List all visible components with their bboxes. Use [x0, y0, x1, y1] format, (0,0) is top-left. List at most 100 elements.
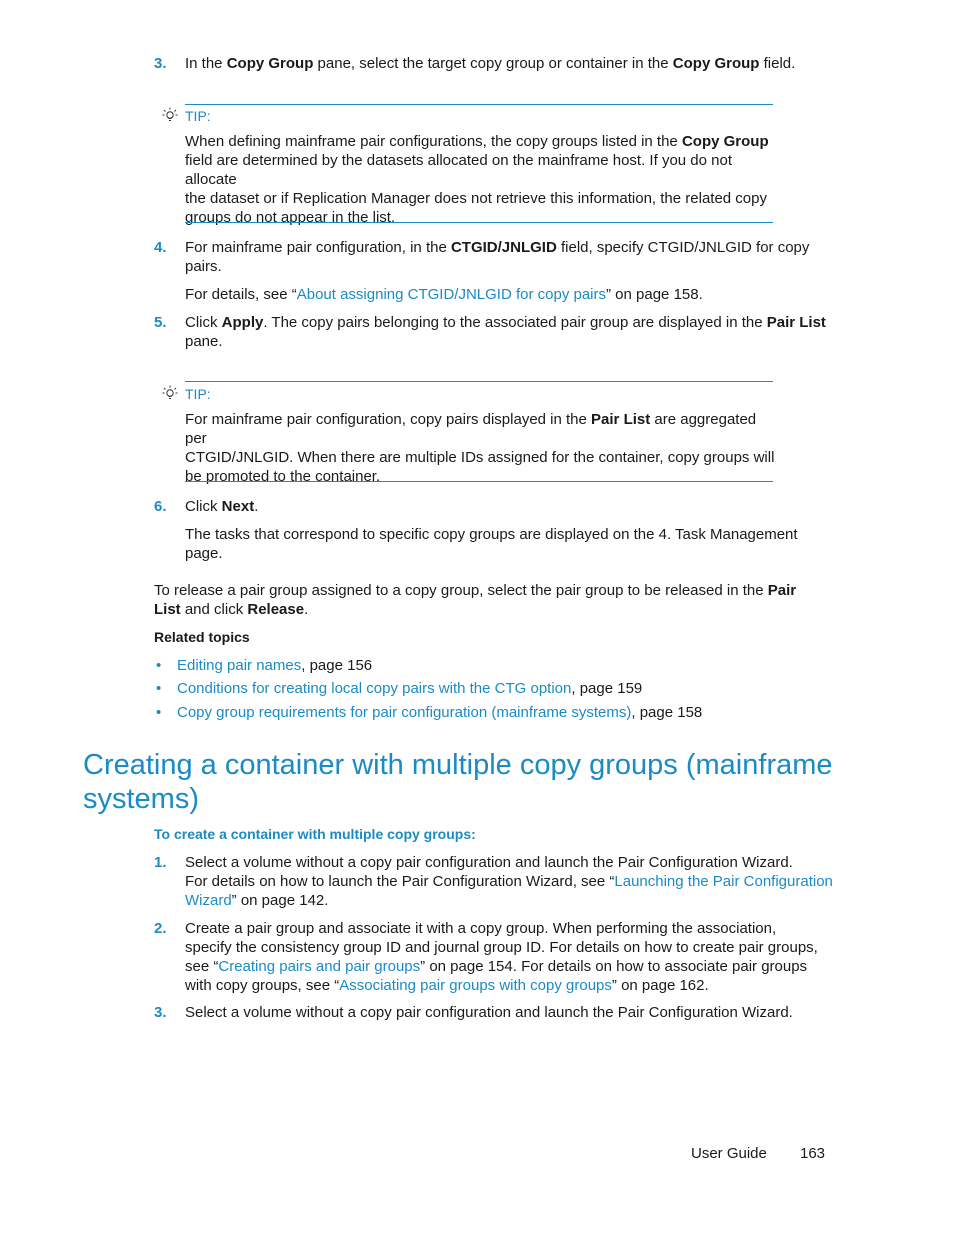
xref-link[interactable]: Launching the Pair Configuration — [614, 873, 832, 890]
tip-rule-top — [185, 381, 773, 382]
step-3-text: In the Copy Group pane, select the targe… — [185, 54, 835, 73]
text: field. — [759, 55, 796, 72]
text: . — [304, 601, 309, 618]
step-4-text: For mainframe pair configuration, in the… — [185, 238, 835, 276]
ui-term: Next — [221, 498, 255, 515]
page-ref: , page 156 — [301, 657, 373, 674]
tip-line: When defining mainframe pair configurati… — [185, 132, 780, 151]
step-line: Wizard” on page 142. — [185, 891, 835, 910]
section-step-1: Select a volume without a copy pair conf… — [185, 853, 835, 910]
related-topics-heading: Related topics — [154, 629, 250, 645]
ui-term: Pair — [767, 582, 797, 599]
step-line: pairs. — [185, 258, 222, 275]
related-item: Editing pair names, page 156 — [177, 656, 372, 675]
step-number: 3. — [154, 1004, 167, 1021]
ui-term: CTGID/JNLGID — [450, 239, 557, 256]
step-line: For details on how to launch the Pair Co… — [185, 872, 835, 891]
step-6-detail: The tasks that correspond to specific co… — [185, 525, 835, 563]
page-ref: , page 158 — [631, 704, 703, 721]
lightbulb-icon — [162, 385, 178, 399]
xref-link[interactable]: About assigning CTGID/JNLGID for copy pa… — [297, 286, 606, 303]
step-line: page. — [185, 545, 223, 562]
xref-link[interactable]: Creating pairs and pair groups — [218, 958, 420, 975]
step-number: 6. — [154, 498, 167, 515]
text: In the — [185, 55, 227, 72]
procedure-heading: To create a container with multiple copy… — [154, 826, 476, 842]
step-number: 5. — [154, 314, 167, 331]
tip-1-text: When defining mainframe pair configurati… — [185, 132, 780, 227]
lightbulb-icon — [162, 107, 178, 121]
text: and click — [180, 601, 248, 618]
bullet: • — [156, 680, 162, 697]
tip-label: TIP: — [185, 108, 211, 124]
footer-guide-name: User Guide — [691, 1145, 767, 1162]
text: field, specify CTGID/JNLGID for copy — [556, 239, 810, 256]
step-line: see “Creating pairs and pair groups” on … — [185, 957, 845, 976]
bullet: • — [156, 704, 162, 721]
text: . The copy pairs belonging to the associ… — [263, 314, 767, 331]
title-line: systems) — [83, 783, 199, 815]
text: For mainframe pair configuration, in the — [185, 239, 451, 256]
tip-line: the dataset or if Replication Manager do… — [185, 190, 767, 207]
xref-link[interactable]: Associating pair groups with copy groups — [339, 977, 612, 994]
step-number: 3. — [154, 55, 167, 72]
release-paragraph: To release a pair group assigned to a co… — [154, 581, 824, 619]
section-step-3: Select a volume without a copy pair conf… — [185, 1004, 793, 1021]
text: ” on page 162. — [611, 977, 709, 994]
related-link[interactable]: Conditions for creating local copy pairs… — [177, 680, 571, 697]
text: Click — [185, 498, 222, 515]
xref-link[interactable]: Wizard — [185, 892, 232, 909]
ui-term: Release — [247, 601, 305, 618]
related-link[interactable]: Editing pair names — [177, 657, 301, 674]
related-item: Copy group requirements for pair configu… — [177, 703, 702, 722]
text: For mainframe pair configuration, copy p… — [185, 411, 592, 428]
tip-line: be promoted to the container. — [185, 468, 381, 485]
para-line: To release a pair group assigned to a co… — [154, 581, 824, 600]
page-number: 163 — [800, 1145, 826, 1162]
step-line: with copy groups, see “Associating pair … — [185, 976, 845, 995]
related-item: Conditions for creating local copy pairs… — [177, 679, 642, 698]
step-line: pane. — [185, 333, 223, 350]
step-number: 4. — [154, 239, 167, 256]
title-line: Creating a container with multiple copy … — [83, 749, 833, 781]
section-title: Creating a container with multiple copy … — [83, 748, 843, 816]
step-line: Select a volume without a copy pair conf… — [185, 854, 793, 871]
step-4-detail: For details, see “About assigning CTGID/… — [185, 285, 835, 304]
step-number: 2. — [154, 920, 167, 937]
text: To release a pair group assigned to a co… — [154, 582, 768, 599]
text: pane, select the target copy group or co… — [313, 55, 673, 72]
text: ” on page 142. — [231, 892, 329, 909]
tip-line: groups do not appear in the list. — [185, 209, 396, 226]
section-step-2: Create a pair group and associate it wit… — [185, 919, 845, 995]
step-line: Click Apply. The copy pairs belonging to… — [185, 313, 835, 332]
text: . — [254, 498, 259, 515]
tip-rule-bottom — [185, 222, 773, 223]
step-line: The tasks that correspond to specific co… — [185, 526, 798, 543]
page-ref: , page 159 — [571, 680, 643, 697]
ui-term: Copy Group — [226, 55, 314, 72]
step-5-text: Click Apply. The copy pairs belonging to… — [185, 313, 835, 351]
tip-line: CTGID/JNLGID. When there are multiple ID… — [185, 449, 775, 466]
text: Click — [185, 314, 222, 331]
para-line: List and click Release. — [154, 600, 824, 619]
step-line: specify the consistency group ID and jou… — [185, 939, 818, 956]
bullet: • — [156, 657, 162, 674]
tip-line: field are determined by the datasets all… — [185, 152, 732, 188]
text: with copy groups, see “ — [185, 977, 340, 994]
tip-line: For mainframe pair configuration, copy p… — [185, 410, 780, 448]
text: For details, see “ — [185, 286, 297, 303]
ui-term: Apply — [221, 314, 264, 331]
ui-term: Copy Group — [681, 133, 769, 150]
ui-term: Pair List — [591, 411, 651, 428]
step-line: Create a pair group and associate it wit… — [185, 920, 777, 937]
text: For details on how to launch the Pair Co… — [185, 873, 615, 890]
tip-rule-top — [185, 104, 773, 105]
step-number: 1. — [154, 854, 167, 871]
ui-term: List — [154, 601, 181, 618]
related-link[interactable]: Copy group requirements for pair configu… — [177, 704, 631, 721]
text: ” on page 158. — [606, 286, 703, 303]
step-6-text: Click Next. — [185, 497, 835, 516]
ui-term: Pair List — [766, 314, 826, 331]
text: ” on page 154. For details on how to ass… — [420, 958, 808, 975]
step-line: For mainframe pair configuration, in the… — [185, 238, 835, 257]
